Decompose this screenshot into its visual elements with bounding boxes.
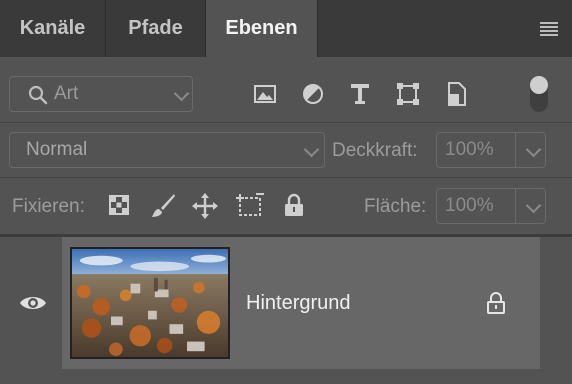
blend-mode-select[interactable]: Normal: [9, 132, 325, 168]
chevron-down-icon: [303, 141, 320, 158]
chevron-down-icon: [173, 85, 190, 102]
adjustment-filter-icon[interactable]: [302, 83, 324, 105]
chevron-down-icon[interactable]: [525, 141, 542, 158]
panel-bottom-area: [0, 369, 572, 384]
layer-thumbnail[interactable]: [70, 247, 230, 359]
fill-field[interactable]: 100%: [436, 188, 546, 224]
layer-filter-select[interactable]: Art: [9, 76, 193, 112]
lock-transparent-pixels-icon[interactable]: [109, 195, 129, 215]
shape-filter-icon[interactable]: [397, 83, 419, 105]
layer-name[interactable]: Hintergrund: [246, 292, 351, 315]
lock-all-icon[interactable]: [284, 193, 304, 217]
opacity-value: 100%: [445, 139, 494, 160]
opacity-field[interactable]: 100%: [436, 132, 546, 168]
smart-object-filter-icon[interactable]: [447, 82, 467, 106]
layer-lock-icon[interactable]: [486, 291, 506, 315]
fill-value: 100%: [445, 195, 494, 216]
tab-pfade[interactable]: Pfade: [106, 0, 206, 57]
blend-mode-value: Normal: [26, 139, 88, 160]
lock-label: Fixieren:: [12, 196, 85, 217]
chevron-down-icon[interactable]: [525, 197, 542, 214]
eye-icon[interactable]: [19, 294, 47, 312]
lock-artboard-icon[interactable]: [236, 193, 264, 219]
filter-toggle-switch[interactable]: [529, 76, 549, 112]
type-filter-icon[interactable]: [350, 83, 370, 105]
panel-tab-bar: Kanäle Pfade Ebenen: [0, 0, 572, 57]
fill-label: Fläche:: [364, 196, 427, 217]
lock-image-pixels-icon[interactable]: [150, 193, 176, 219]
search-icon: [28, 85, 48, 105]
panel-menu-icon[interactable]: [540, 22, 558, 36]
tab-kanaele[interactable]: Kanäle: [0, 0, 106, 57]
tab-ebenen[interactable]: Ebenen: [206, 0, 318, 57]
opacity-label: Deckkraft:: [332, 140, 418, 161]
filter-type-label: Art: [54, 83, 79, 104]
lock-position-icon[interactable]: [192, 193, 218, 219]
image-filter-icon[interactable]: [254, 84, 276, 104]
